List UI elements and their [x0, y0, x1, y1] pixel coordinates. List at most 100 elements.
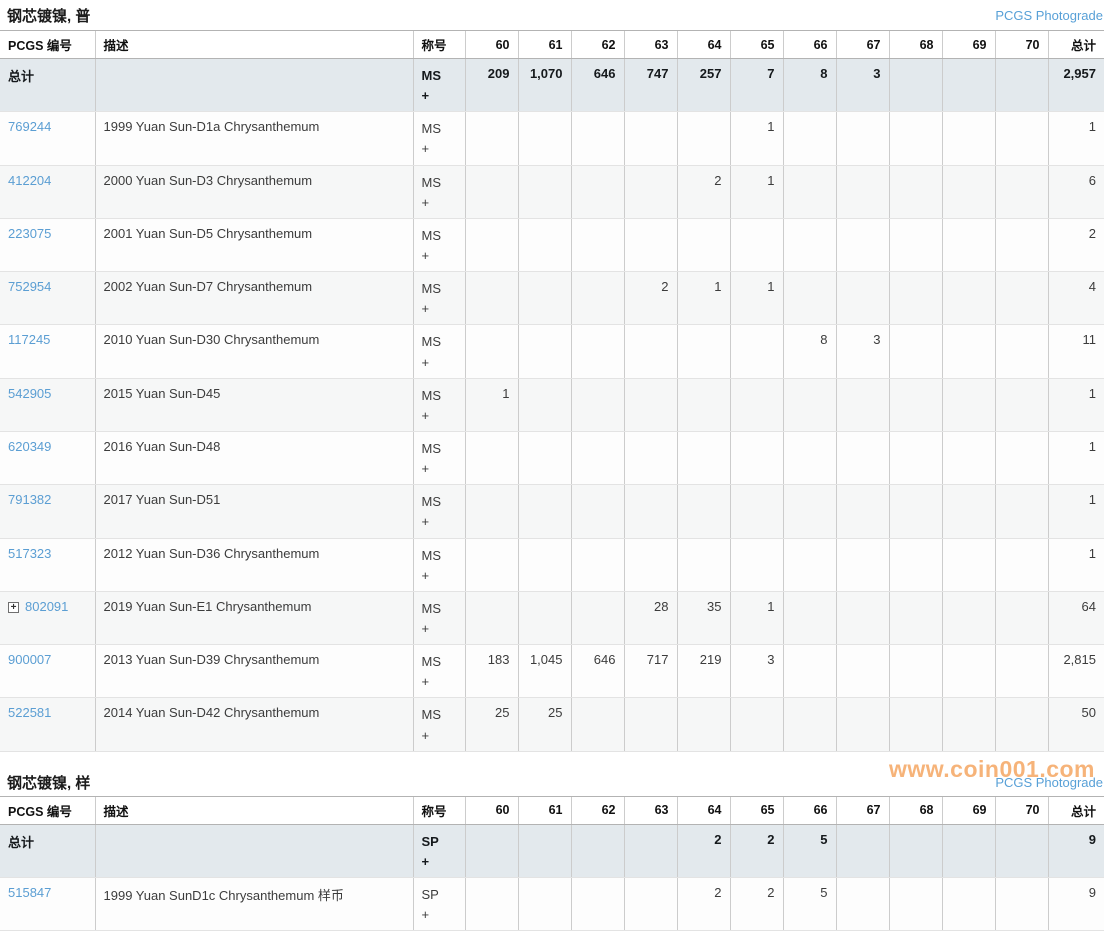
column-header: 61 — [518, 796, 571, 824]
grade-cell — [889, 378, 942, 431]
cert-link[interactable]: 620349 — [8, 439, 51, 454]
cert-link[interactable]: 802091 — [25, 599, 68, 614]
table-row: 7913822017 Yuan Sun-D51MS +1 — [0, 485, 1104, 538]
grade-cell — [889, 325, 942, 378]
grade-cell — [942, 877, 995, 930]
cert-link[interactable]: 542905 — [8, 386, 51, 401]
coin-description: 2012 Yuan Sun-D36 Chrysanthemum — [95, 538, 413, 591]
table-row: 4122042000 Yuan Sun-D3 ChrysanthemumMS +… — [0, 165, 1104, 218]
cert-link[interactable]: 117245 — [8, 332, 50, 347]
total-cell: 1 — [1048, 485, 1104, 538]
grade-cell — [783, 378, 836, 431]
coin-description: 1999 Yuan Sun-D1a Chrysanthemum — [95, 112, 413, 165]
grade-cell: 1 — [730, 591, 783, 644]
cert-cell: 517323 — [0, 538, 95, 591]
coin-description: 1999 Yuan SunD1c Chrysanthemum 样币 — [95, 877, 413, 930]
grade-cell — [783, 272, 836, 325]
grade-cell — [889, 431, 942, 484]
grade-cell: 1 — [730, 165, 783, 218]
designation-cell: MS + — [413, 378, 465, 431]
grade-cell — [836, 591, 889, 644]
designation-cell: MS + — [413, 538, 465, 591]
grade-cell — [677, 485, 730, 538]
total-cell: 9 — [1048, 877, 1104, 930]
grade-cell — [465, 538, 518, 591]
grade-cell — [889, 877, 942, 930]
total-cell: 2,815 — [1048, 645, 1104, 698]
grade-cell — [624, 877, 677, 930]
total-cell: 1 — [1048, 538, 1104, 591]
cert-link[interactable]: 769244 — [8, 119, 51, 134]
table-row: 5429052015 Yuan Sun-D45MS +11 — [0, 378, 1104, 431]
section-header: 钢芯镀镍, 普 PCGS Photograde — [0, 0, 1111, 30]
grade-cell: 8 — [783, 325, 836, 378]
grade-cell — [624, 218, 677, 271]
grade-cell — [465, 272, 518, 325]
grade-cell — [889, 112, 942, 165]
grade-cell — [624, 431, 677, 484]
grade-cell — [465, 431, 518, 484]
grade-cell — [571, 325, 624, 378]
grade-cell: 25 — [518, 698, 571, 751]
population-table: PCGS 编号描述称号6061626364656667686970总计 总计MS… — [0, 30, 1104, 752]
coin-description: 2014 Yuan Sun-D42 Chrysanthemum — [95, 698, 413, 751]
grade-cell — [677, 378, 730, 431]
total-cell: 1 — [1048, 431, 1104, 484]
cert-link[interactable]: 900007 — [8, 652, 51, 667]
grade-cell — [942, 538, 995, 591]
grade-cell: 3 — [730, 645, 783, 698]
grade-cell — [571, 877, 624, 930]
coin-description: 2002 Yuan Sun-D7 Chrysanthemum — [95, 272, 413, 325]
pcgs-photograde-link[interactable]: PCGS Photograde — [995, 775, 1103, 790]
column-header: 65 — [730, 796, 783, 824]
cert-link[interactable]: 522581 — [8, 705, 51, 720]
designation-cell: MS + — [413, 112, 465, 165]
grade-cell — [518, 824, 571, 877]
pcgs-photograde-link[interactable]: PCGS Photograde — [995, 8, 1103, 23]
designation-cell: SP + — [413, 824, 465, 877]
cert-link[interactable]: 515847 — [8, 885, 51, 900]
grade-cell — [518, 112, 571, 165]
grade-cell — [889, 485, 942, 538]
grade-cell — [783, 218, 836, 271]
cert-link[interactable]: 412204 — [8, 173, 51, 188]
cert-link[interactable]: 752954 — [8, 279, 51, 294]
designation-cell: MS + — [413, 59, 465, 112]
column-header: 70 — [995, 796, 1048, 824]
coin-description: 2019 Yuan Sun-E1 Chrysanthemum — [95, 591, 413, 644]
cert-cell: 791382 — [0, 485, 95, 538]
expand-plus-icon[interactable]: + — [8, 602, 19, 613]
grade-cell — [730, 538, 783, 591]
grade-cell — [783, 591, 836, 644]
grade-cell — [571, 485, 624, 538]
grade-cell — [730, 431, 783, 484]
grade-cell — [783, 112, 836, 165]
cert-link[interactable]: 517323 — [8, 546, 51, 561]
grade-cell: 7 — [730, 59, 783, 112]
grade-cell — [571, 698, 624, 751]
section-title: 钢芯镀镍, 普 — [7, 5, 90, 26]
column-header: 69 — [942, 31, 995, 59]
grade-cell — [624, 538, 677, 591]
grade-cell — [518, 431, 571, 484]
section-header: 钢芯镀镍, 样 PCGS Photograde — [0, 766, 1111, 796]
total-cell: 64 — [1048, 591, 1104, 644]
total-cell: 2,957 — [1048, 59, 1104, 112]
grade-cell: 1,070 — [518, 59, 571, 112]
cert-link[interactable]: 791382 — [8, 492, 51, 507]
column-header: 62 — [571, 796, 624, 824]
grade-cell — [836, 877, 889, 930]
total-cell: 11 — [1048, 325, 1104, 378]
grade-cell — [518, 591, 571, 644]
population-table: PCGS 编号描述称号6061626364656667686970总计 总计SP… — [0, 796, 1104, 931]
grade-cell — [836, 485, 889, 538]
grade-cell — [889, 59, 942, 112]
grade-cell — [995, 165, 1048, 218]
cert-link[interactable]: 223075 — [8, 226, 51, 241]
grade-cell — [571, 431, 624, 484]
column-header: 63 — [624, 31, 677, 59]
table-row: 2230752001 Yuan Sun-D5 ChrysanthemumMS +… — [0, 218, 1104, 271]
table-row: 1172452010 Yuan Sun-D30 ChrysanthemumMS … — [0, 325, 1104, 378]
total-label-cell: 总计 — [0, 59, 95, 112]
grade-cell — [730, 325, 783, 378]
